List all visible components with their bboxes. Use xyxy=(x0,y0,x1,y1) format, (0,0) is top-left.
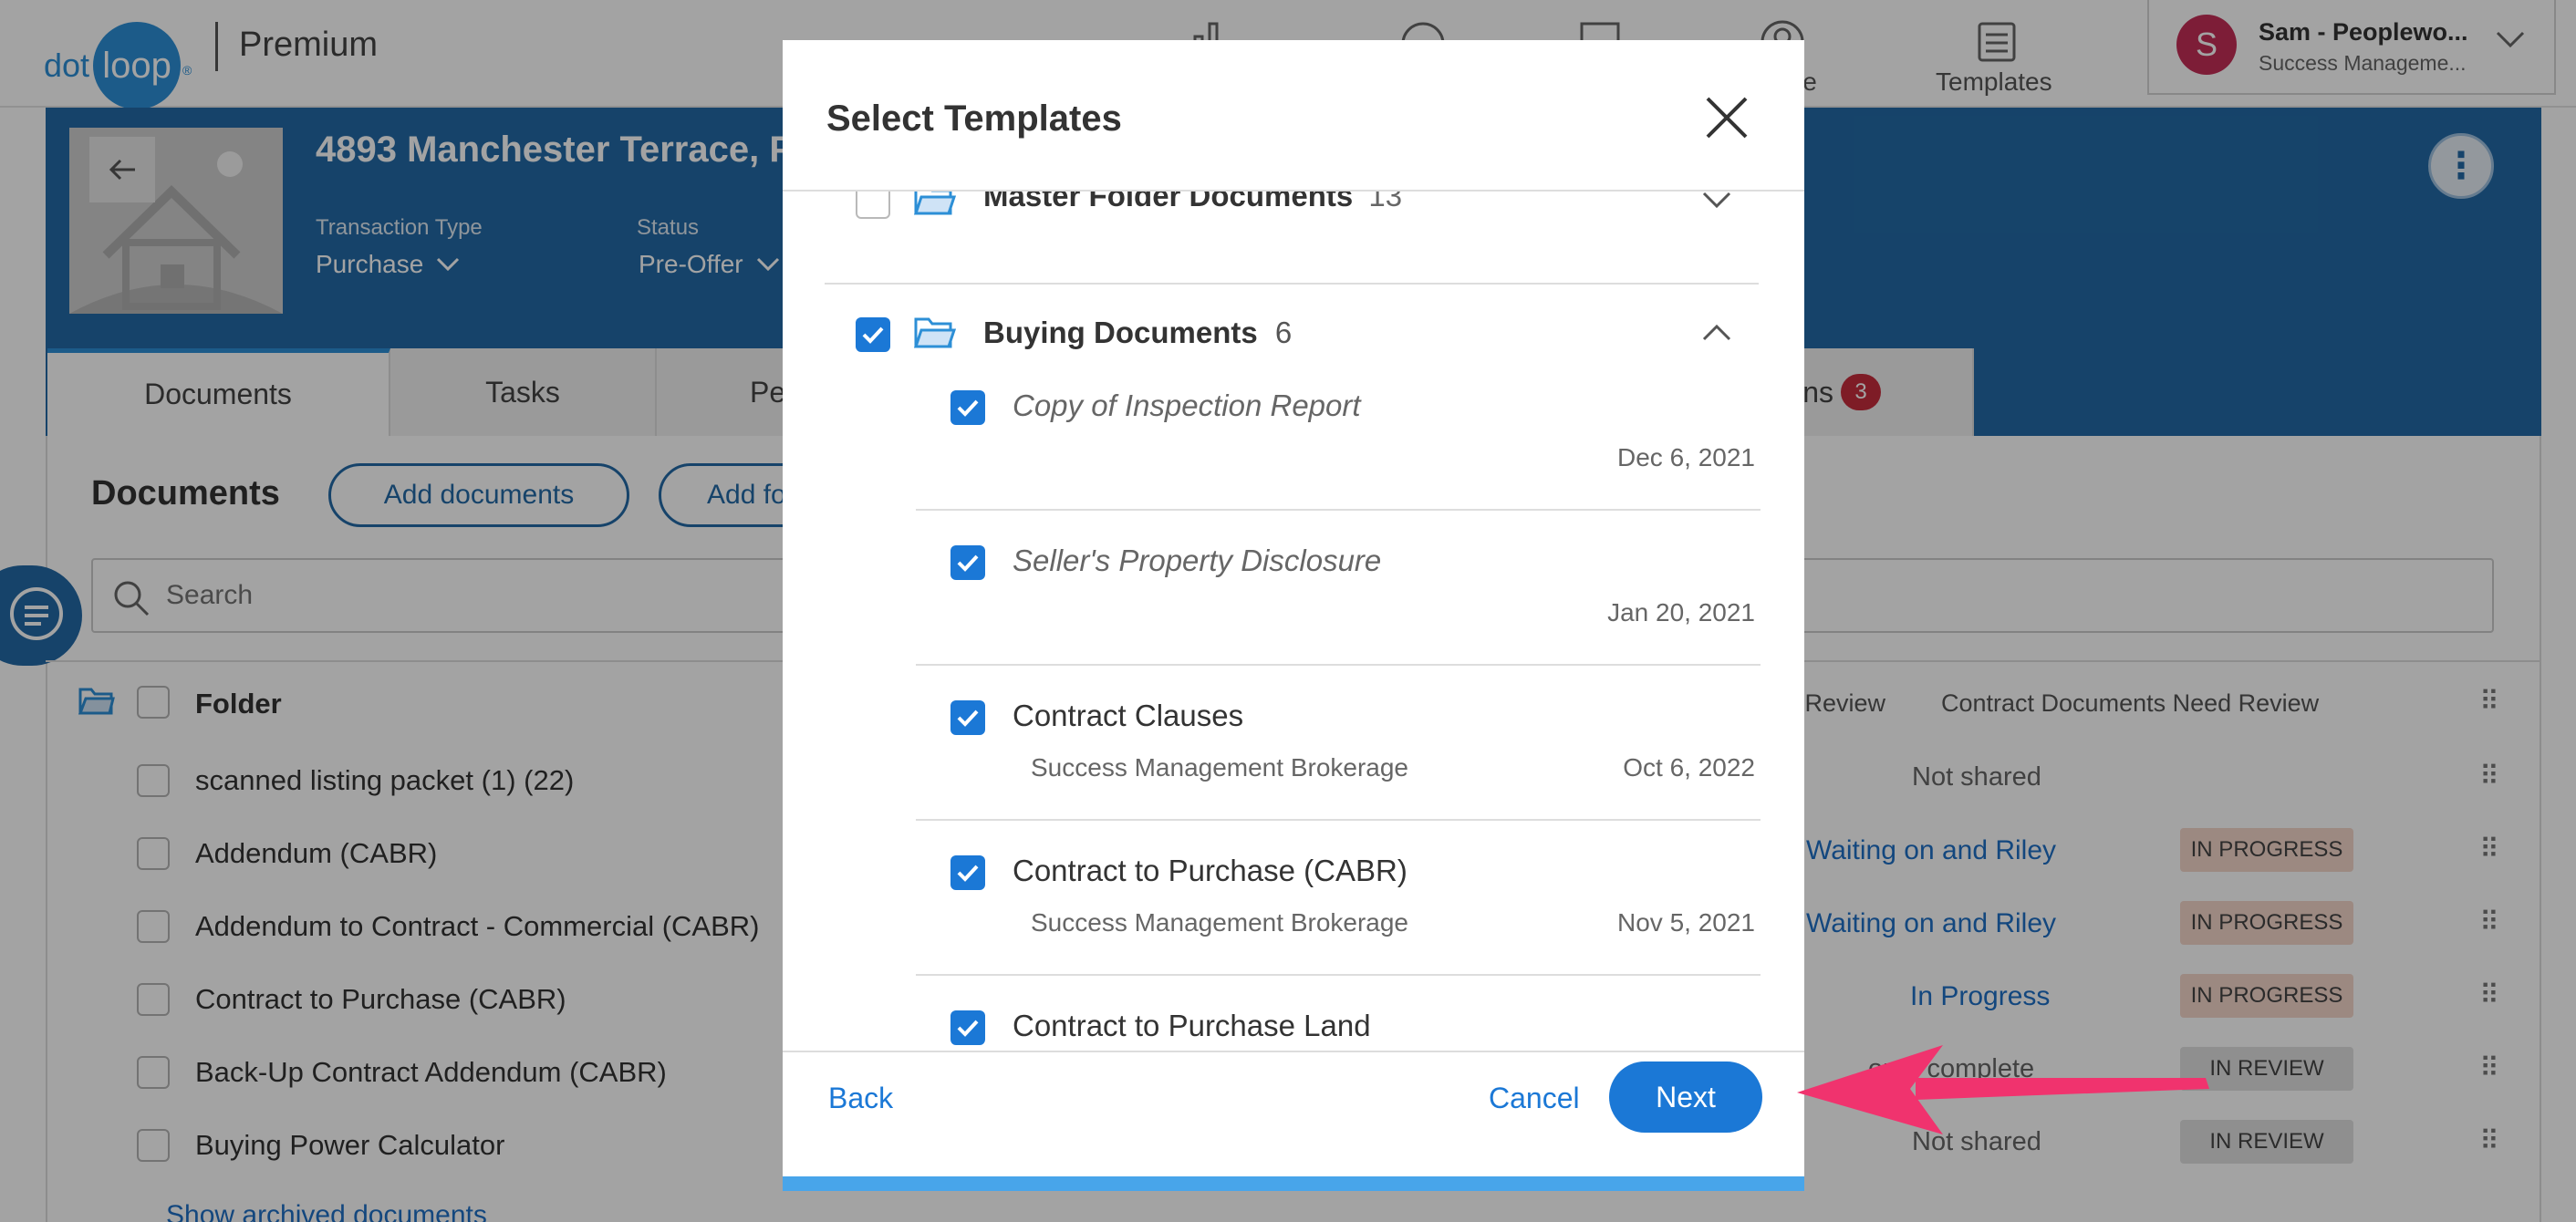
modal-progress-bar xyxy=(783,1176,1804,1191)
checkmark-icon xyxy=(957,1020,979,1037)
buying-folder-name[interactable]: Buying Documents 6 xyxy=(983,316,1292,350)
modal-footer-divider xyxy=(783,1051,1804,1052)
template-checkbox[interactable] xyxy=(950,390,985,425)
buying-folder-label: Buying Documents xyxy=(983,316,1258,349)
template-divider xyxy=(916,819,1761,821)
template-owner: Success Management Brokerage xyxy=(1031,753,1408,782)
template-divider xyxy=(916,509,1761,511)
next-label: Next xyxy=(1656,1080,1716,1113)
template-checkbox[interactable] xyxy=(950,700,985,735)
template-divider xyxy=(916,974,1761,976)
template-name[interactable]: Contract to Purchase (CABR) xyxy=(1013,854,1407,888)
chevron-up-icon[interactable] xyxy=(1700,319,1733,345)
folder-divider xyxy=(825,283,1759,285)
checkmark-icon xyxy=(862,326,884,344)
template-list[interactable]: Master Folder Documents 13 Buying Docume… xyxy=(783,192,1804,1051)
chevron-down-icon[interactable] xyxy=(1700,192,1733,212)
back-button[interactable]: Back xyxy=(828,1082,893,1115)
template-divider xyxy=(916,664,1761,666)
template-date: Jan 20, 2021 xyxy=(1607,598,1755,627)
close-icon xyxy=(1706,97,1748,139)
template-date: Dec 6, 2021 xyxy=(1617,443,1755,471)
template-name[interactable]: Contract Clauses xyxy=(1013,699,1243,733)
master-folder-label: Master Folder Documents xyxy=(983,192,1354,212)
folder-open-icon xyxy=(914,192,956,215)
close-button[interactable] xyxy=(1704,95,1750,145)
checkmark-icon xyxy=(957,399,979,417)
checkmark-icon xyxy=(957,709,979,727)
annotation-arrow xyxy=(1797,1045,2209,1134)
template-checkbox[interactable] xyxy=(950,855,985,890)
folder-open-icon xyxy=(914,317,956,348)
template-name[interactable]: Seller's Property Disclosure xyxy=(1013,544,1381,578)
modal-title: Select Templates xyxy=(826,98,1122,139)
select-templates-modal: Select Templates Master Folder Documents… xyxy=(783,40,1804,1191)
buying-folder-checkbox[interactable] xyxy=(856,317,890,352)
master-folder-name: Master Folder Documents 13 xyxy=(983,192,1402,213)
template-date: Nov 5, 2021 xyxy=(1617,908,1755,937)
master-folder-count: 13 xyxy=(1368,192,1403,212)
template-checkbox[interactable] xyxy=(950,1010,985,1045)
checkmark-icon xyxy=(957,865,979,882)
template-name[interactable]: Contract to Purchase Land xyxy=(1013,1009,1371,1043)
checkmark-icon xyxy=(957,554,979,572)
cancel-button[interactable]: Cancel xyxy=(1489,1082,1580,1115)
template-name[interactable]: Copy of Inspection Report xyxy=(1013,388,1361,423)
template-owner: Success Management Brokerage xyxy=(1031,908,1408,937)
master-folder-checkbox[interactable] xyxy=(856,192,890,219)
template-date: Oct 6, 2022 xyxy=(1623,753,1755,782)
buying-folder-count: 6 xyxy=(1274,316,1293,349)
template-checkbox[interactable] xyxy=(950,545,985,580)
next-button[interactable]: Next xyxy=(1609,1061,1762,1133)
